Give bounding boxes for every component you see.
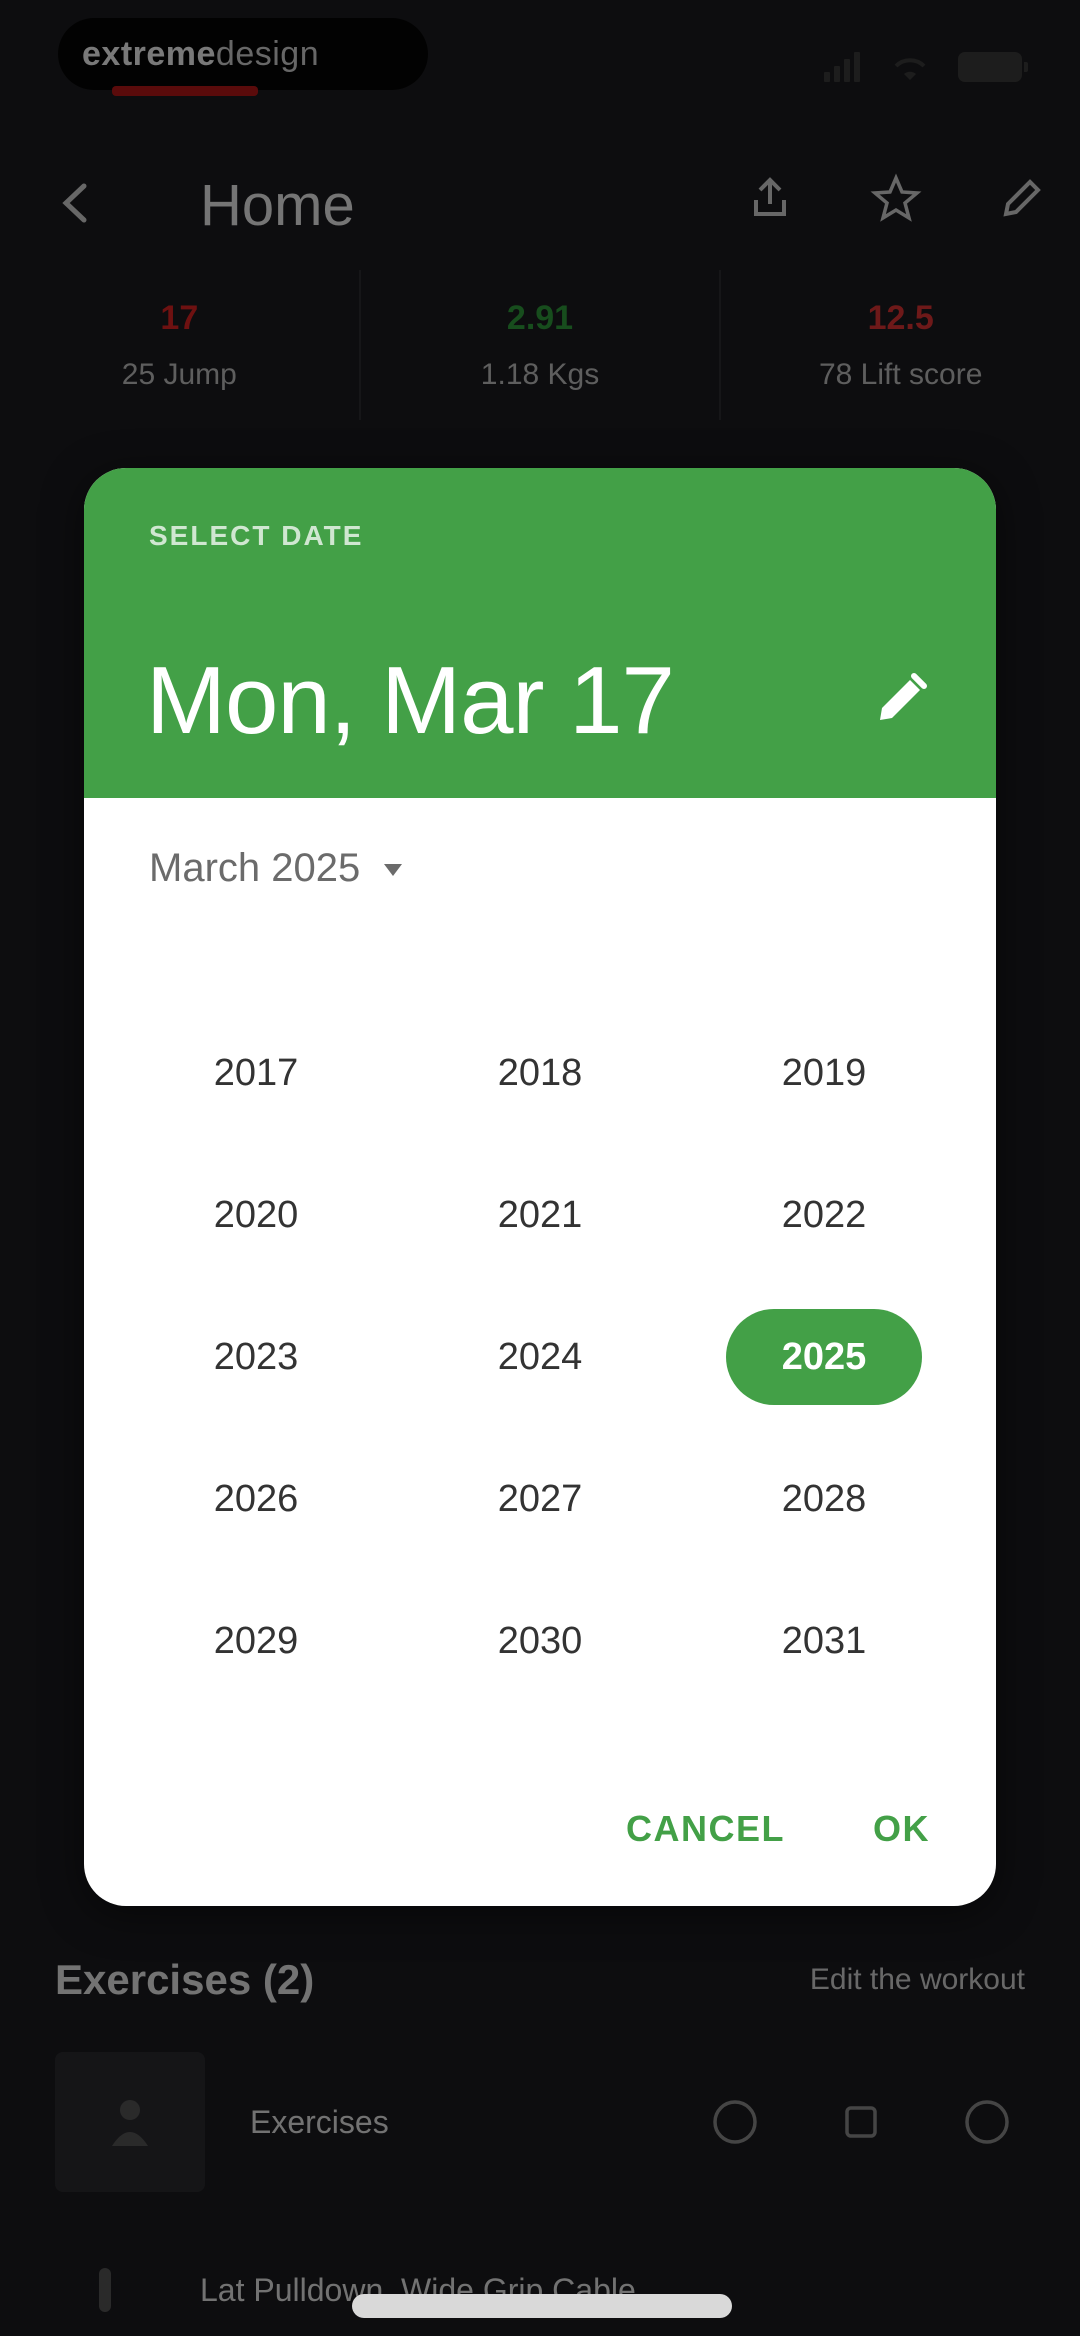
screen: extremedesign Home [0, 0, 1080, 2336]
year-label: 2024 [497, 1335, 583, 1378]
year-option-2025[interactable]: 2025 [682, 1307, 966, 1407]
year-option-2029[interactable]: 2029 [114, 1591, 398, 1691]
year-label: 2027 [497, 1477, 583, 1520]
edit-icon[interactable] [870, 668, 932, 730]
year-option-2019[interactable]: 2019 [682, 1023, 966, 1123]
year-option-2021[interactable]: 2021 [398, 1165, 682, 1265]
year-label: 2021 [497, 1193, 583, 1236]
year-option-2018[interactable]: 2018 [398, 1023, 682, 1123]
year-option-2027[interactable]: 2027 [398, 1449, 682, 1549]
month-label: March 2025 [149, 846, 361, 890]
year-grid: 2017 2018 2019 2020 2021 2022 2023 2024 2025 2026… [114, 1023, 966, 1691]
year-option-2030[interactable]: 2030 [398, 1591, 682, 1691]
dropdown-arrow-icon [384, 863, 403, 876]
year-label: 2022 [781, 1193, 867, 1236]
year-label: 2019 [781, 1051, 867, 1094]
year-label: 2025 [726, 1309, 922, 1405]
year-option-2031[interactable]: 2031 [682, 1591, 966, 1691]
selected-date: Mon, Mar 17 [146, 647, 675, 754]
year-label: 2023 [213, 1335, 299, 1378]
year-option-2022[interactable]: 2022 [682, 1165, 966, 1265]
year-label: 2020 [213, 1193, 299, 1236]
year-label: 2028 [781, 1477, 867, 1520]
year-option-2026[interactable]: 2026 [114, 1449, 398, 1549]
year-label: 2030 [497, 1619, 583, 1662]
date-picker-dialog: SELECT DATE Mon, Mar 17 March 2025 2017 2… [84, 468, 996, 1906]
dialog-header: SELECT DATE Mon, Mar 17 [84, 468, 996, 798]
home-indicator[interactable] [352, 2294, 732, 2318]
year-label: 2029 [213, 1619, 299, 1662]
year-label: 2031 [781, 1619, 867, 1662]
ok-button[interactable]: OK [865, 1794, 938, 1864]
dialog-actions: CANCEL OK [618, 1794, 938, 1864]
year-label: 2017 [213, 1051, 299, 1094]
year-option-2017[interactable]: 2017 [114, 1023, 398, 1123]
year-label: 2026 [213, 1477, 299, 1520]
month-year-selector[interactable]: March 2025 [149, 846, 408, 891]
year-option-2028[interactable]: 2028 [682, 1449, 966, 1549]
year-label: 2018 [497, 1051, 583, 1094]
year-option-2024[interactable]: 2024 [398, 1307, 682, 1407]
dialog-overline: SELECT DATE [149, 520, 364, 551]
year-option-2020[interactable]: 2020 [114, 1165, 398, 1265]
cancel-button[interactable]: CANCEL [618, 1794, 793, 1864]
year-option-2023[interactable]: 2023 [114, 1307, 398, 1407]
